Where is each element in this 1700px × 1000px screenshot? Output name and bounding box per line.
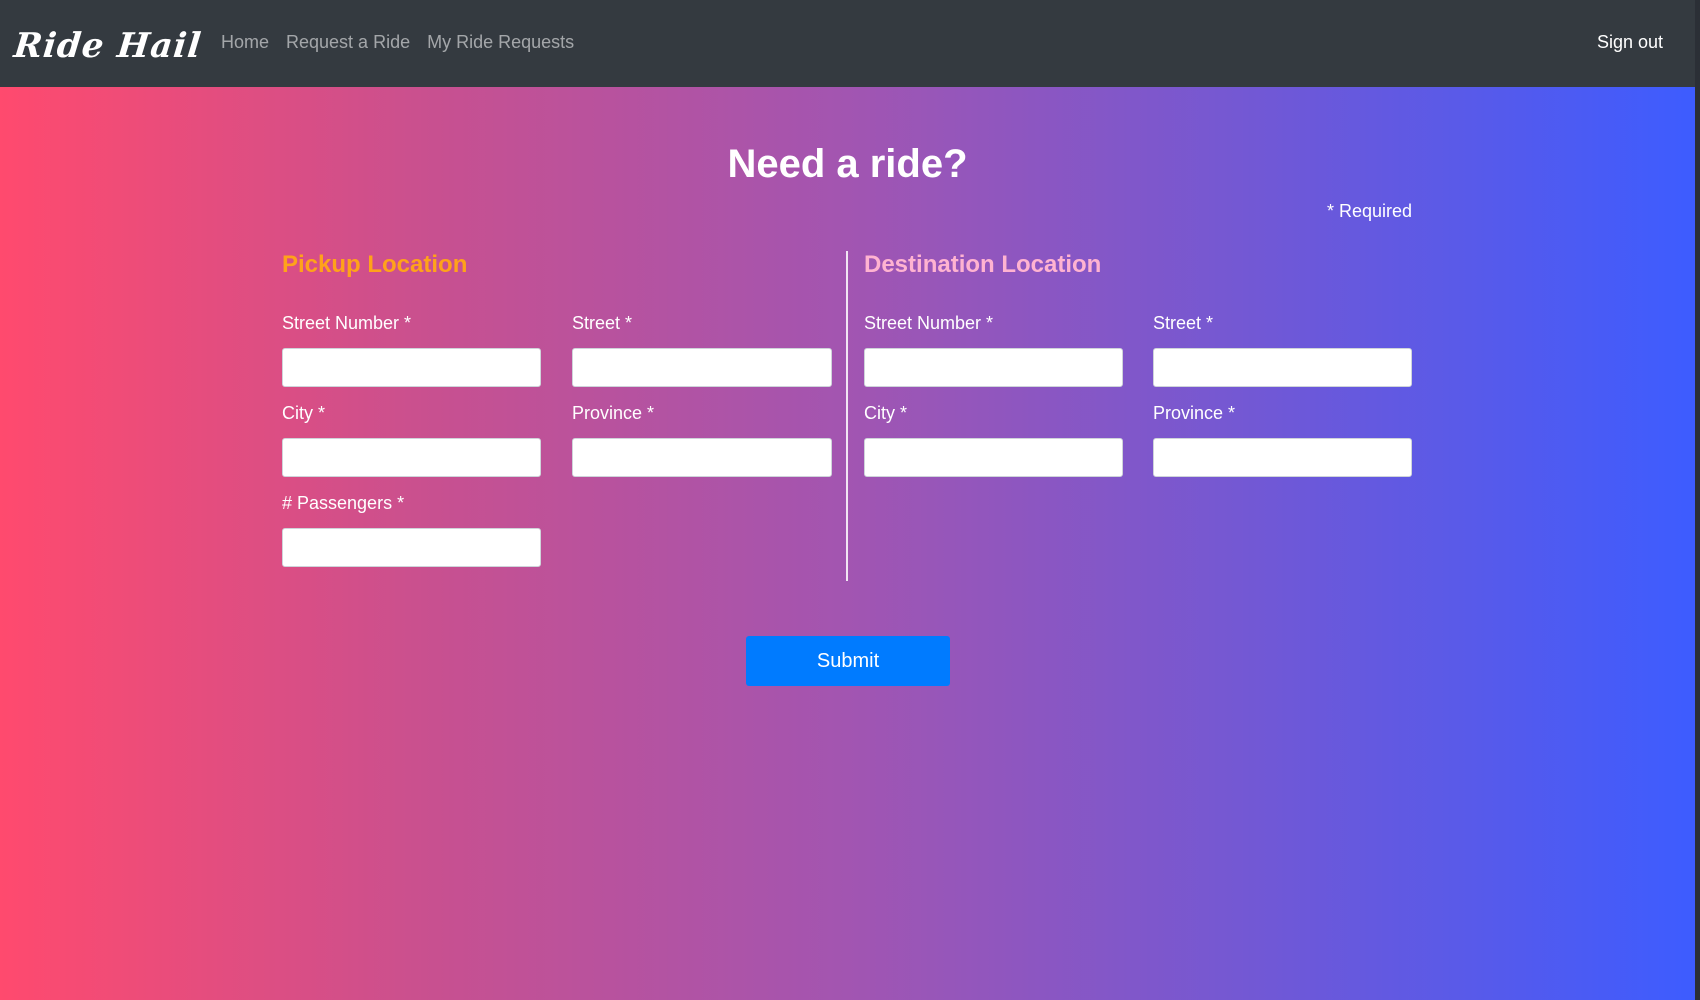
destination-location-title: Destination Location xyxy=(864,251,1102,278)
nav-link-my-ride-requests[interactable]: My Ride Requests xyxy=(427,32,574,53)
page-title: Need a ride? xyxy=(727,142,968,186)
pickup-province-input[interactable] xyxy=(572,438,832,477)
nav-links: Home Request a Ride My Ride Requests xyxy=(221,32,591,53)
pickup-passengers-label: # Passengers * xyxy=(282,493,405,513)
destination-city-input[interactable] xyxy=(864,438,1123,477)
pickup-street-label: Street * xyxy=(572,313,633,333)
window-edge xyxy=(1695,0,1700,1000)
pickup-passengers-input[interactable] xyxy=(282,528,541,567)
destination-street-label: Street * xyxy=(1153,313,1214,333)
sign-out-link[interactable]: Sign out xyxy=(1597,32,1663,53)
required-note: * Required xyxy=(1326,201,1412,221)
section-divider xyxy=(846,251,848,581)
destination-street-number-label: Street Number * xyxy=(864,313,994,333)
brand-logo[interactable]: Ride Hail xyxy=(12,26,204,66)
pickup-city-input[interactable] xyxy=(282,438,541,477)
submit-button[interactable]: Submit xyxy=(746,636,950,686)
destination-province-label: Province * xyxy=(1153,403,1236,423)
pickup-street-number-label: Street Number * xyxy=(282,313,412,333)
top-navbar: Ride Hail Home Request a Ride My Ride Re… xyxy=(0,0,1695,87)
nav-link-request-a-ride[interactable]: Request a Ride xyxy=(286,32,410,53)
pickup-city-label: City * xyxy=(282,403,326,423)
pickup-province-label: Province * xyxy=(572,403,655,423)
destination-street-input[interactable] xyxy=(1153,348,1412,387)
pickup-street-number-input[interactable] xyxy=(282,348,541,387)
app-window: Ride Hail Home Request a Ride My Ride Re… xyxy=(0,0,1695,1000)
nav-link-home[interactable]: Home xyxy=(221,32,269,53)
ride-request-page: Need a ride? * Required Pickup Location … xyxy=(0,87,1695,1000)
destination-province-input[interactable] xyxy=(1153,438,1412,477)
destination-street-number-input[interactable] xyxy=(864,348,1123,387)
pickup-street-input[interactable] xyxy=(572,348,832,387)
destination-city-label: City * xyxy=(864,403,908,423)
pickup-location-title: Pickup Location xyxy=(282,251,468,278)
